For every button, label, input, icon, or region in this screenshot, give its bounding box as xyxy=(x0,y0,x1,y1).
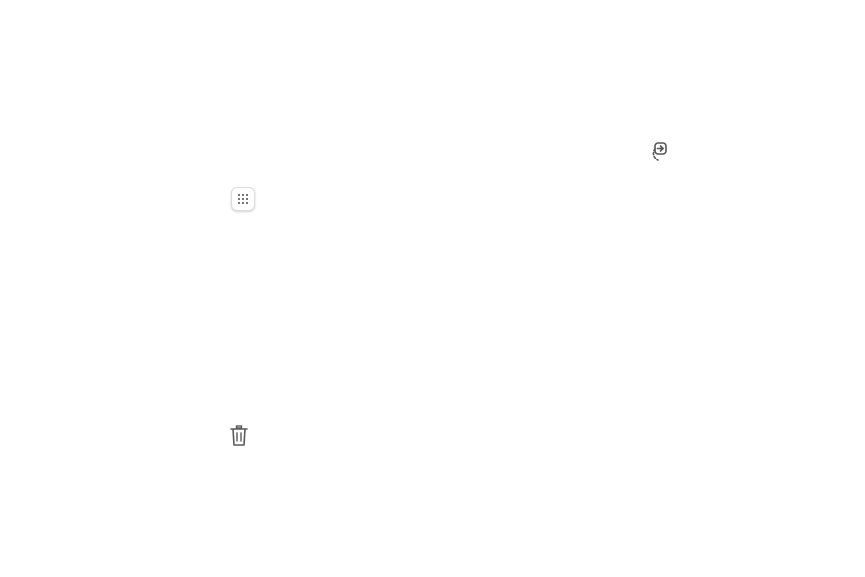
apps-dots xyxy=(238,194,248,204)
trash-can-icon[interactable] xyxy=(227,424,251,448)
screen xyxy=(0,0,865,577)
import-arrow-icon[interactable] xyxy=(646,140,670,164)
apps-icon-background xyxy=(231,187,255,211)
apps-grid-icon[interactable] xyxy=(231,187,255,211)
